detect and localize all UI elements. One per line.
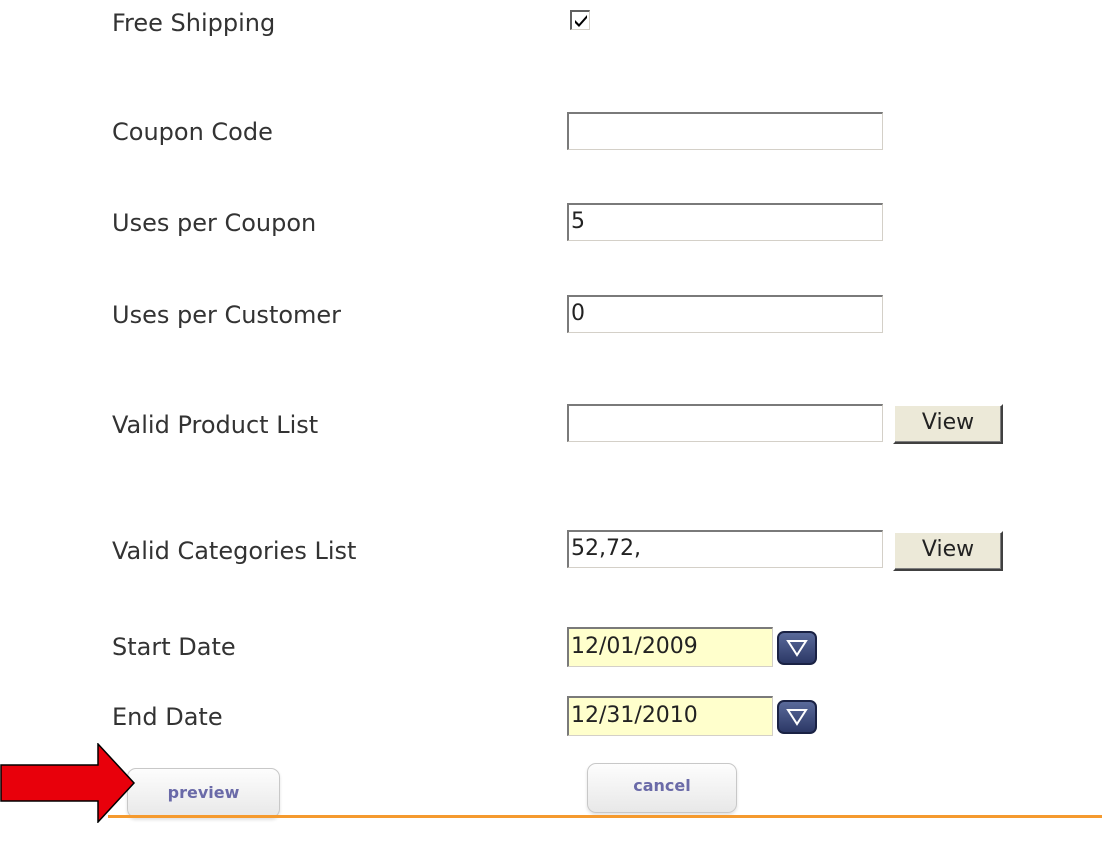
triangle-down-icon	[786, 640, 808, 657]
valid-categories-list-label: Valid Categories List	[112, 537, 357, 565]
start-date-label: Start Date	[112, 633, 236, 661]
start-date-input[interactable]: 12/01/2009	[567, 627, 773, 667]
start-date-picker-button[interactable]	[777, 631, 817, 665]
coupon-code-label: Coupon Code	[112, 118, 273, 146]
valid-product-list-label: Valid Product List	[112, 411, 319, 439]
end-date-label: End Date	[112, 703, 223, 731]
view-product-list-button[interactable]: View	[893, 404, 1003, 444]
uses-per-coupon-label: Uses per Coupon	[112, 209, 317, 237]
free-shipping-label: Free Shipping	[112, 9, 276, 37]
view-categories-list-button[interactable]: View	[893, 531, 1003, 571]
valid-product-list-input[interactable]	[567, 404, 883, 442]
coupon-code-input[interactable]	[567, 112, 883, 150]
triangle-down-icon	[786, 709, 808, 726]
uses-per-customer-label: Uses per Customer	[112, 301, 342, 329]
checkmark-icon	[575, 15, 587, 27]
red-arrow-icon	[0, 743, 136, 823]
uses-per-coupon-input[interactable]: 5	[567, 203, 883, 241]
uses-per-customer-input[interactable]: 0	[567, 295, 883, 333]
footer-divider	[108, 815, 1102, 818]
end-date-picker-button[interactable]	[777, 700, 817, 734]
cancel-button[interactable]: cancel	[587, 763, 737, 813]
valid-categories-list-input[interactable]: 52,72,	[567, 530, 883, 568]
end-date-input[interactable]: 12/31/2010	[567, 696, 773, 736]
free-shipping-checkbox[interactable]	[570, 10, 590, 30]
